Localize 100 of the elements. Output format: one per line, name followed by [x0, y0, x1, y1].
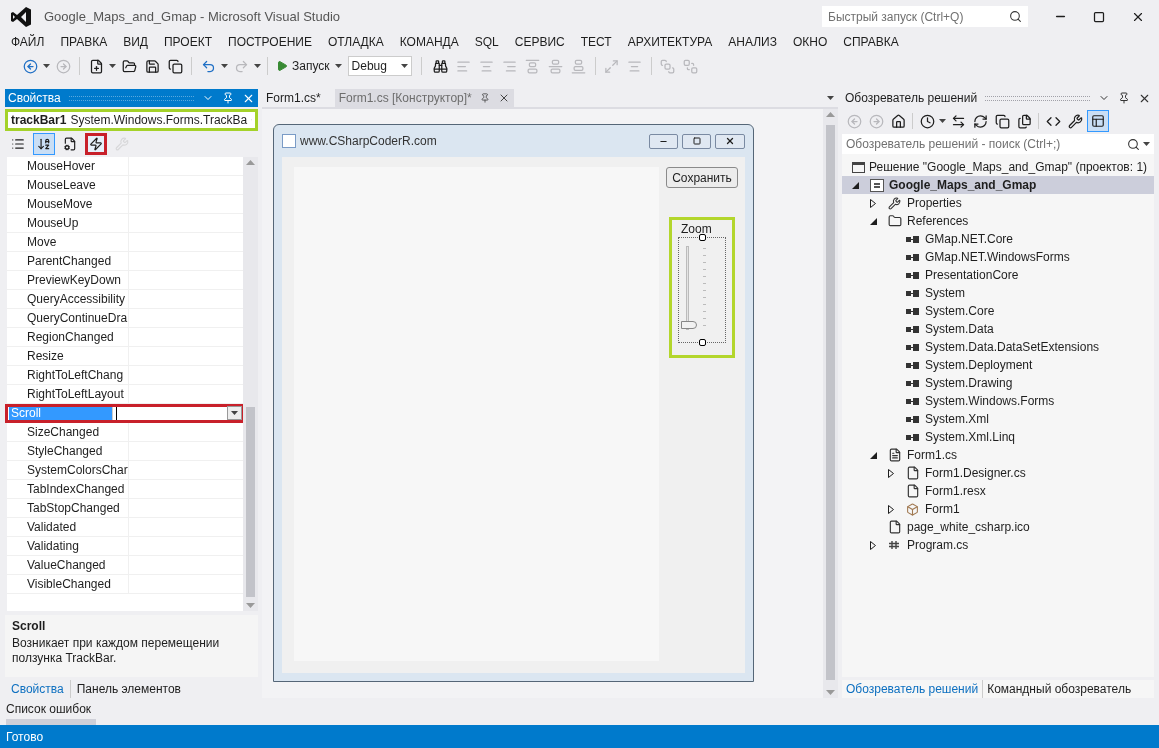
tree-item[interactable]: System.Windows.Forms — [842, 392, 1154, 410]
event-row[interactable]: RegionChanged — [7, 327, 243, 347]
menu-item[interactable]: ОКНО — [792, 32, 828, 51]
tree-item[interactable]: System.Drawing — [842, 374, 1154, 392]
event-row[interactable]: RightToLeftChang — [7, 365, 243, 385]
close-button[interactable] — [715, 133, 745, 149]
panel-tab[interactable]: Обозреватель решений — [842, 680, 983, 698]
event-row[interactable]: RightToLeftLayout — [7, 384, 243, 404]
panel-tab[interactable]: Панель элементов — [69, 680, 187, 698]
menu-item[interactable]: СПРАВКА — [843, 32, 899, 51]
tree-item[interactable]: Form1.Designer.cs — [842, 464, 1154, 482]
menu-item[interactable]: АРХИТЕКТУРА — [627, 32, 713, 51]
event-row[interactable]: Validated — [7, 517, 243, 537]
menu-item[interactable]: КОМАНДА — [399, 32, 459, 51]
menu-item[interactable]: ОТЛАДКА — [327, 32, 384, 51]
solution-icon — [852, 161, 865, 173]
tree-item[interactable]: System — [842, 284, 1154, 302]
event-name: QueryAccessibility — [26, 290, 127, 308]
tree-item[interactable]: PresentationCore — [842, 266, 1154, 284]
error-list-tab[interactable]: Список ошибок — [6, 701, 1153, 717]
tree-item[interactable]: System.Data.DataSetExtensions — [842, 338, 1154, 356]
preview-icon[interactable] — [1087, 110, 1109, 132]
document-tab[interactable]: Form1.cs [Конструктор]* — [334, 89, 514, 107]
lightning-icon[interactable] — [85, 132, 107, 155]
save-button[interactable]: Сохранить — [666, 167, 738, 188]
run-button[interactable]: Запуск — [274, 56, 332, 76]
event-row[interactable]: SystemColorsChar — [7, 460, 243, 480]
maximize-icon[interactable] — [1093, 10, 1105, 23]
event-row[interactable]: StyleChanged — [7, 441, 243, 461]
panel-tab[interactable]: Свойства — [5, 680, 70, 698]
expanded-arrow-icon[interactable] — [870, 451, 877, 459]
menu-item[interactable]: ВИД — [123, 32, 148, 51]
tree-item[interactable]: Form1.resx — [842, 482, 1154, 500]
event-row[interactable]: Resize — [7, 346, 243, 366]
event-row[interactable]: MouseMove — [7, 194, 243, 214]
window-title: Google_Maps_and_Gmap - Microsoft Visual Studio — [44, 7, 341, 26]
quick-launch-field[interactable]: Быстрый запуск (Ctrl+Q) — [822, 6, 1028, 27]
search-field[interactable]: Обозреватель решений - поиск (Ctrl+;) — [842, 134, 1154, 154]
tree-item[interactable]: Program.cs — [842, 536, 1154, 554]
event-row[interactable]: MouseHover — [7, 156, 243, 176]
tree-item[interactable]: Решение "Google_Maps_and_Gmap" (проектов: 1) — [842, 158, 1154, 176]
tree-item[interactable]: System.Core — [842, 302, 1154, 320]
event-row[interactable]: TabIndexChanged — [7, 479, 243, 499]
event-row[interactable]: MouseLeave — [7, 175, 243, 195]
object-selector[interactable]: trackBar1 System.Windows.Forms.TrackBa — [5, 109, 258, 131]
expanded-arrow-icon[interactable] — [852, 181, 859, 189]
event-row[interactable]: VisibleChanged — [7, 574, 243, 594]
collapsed-arrow-icon[interactable] — [888, 468, 894, 478]
tree-item[interactable]: System.Deployment — [842, 356, 1154, 374]
event-row[interactable]: ValueChanged — [7, 555, 243, 575]
expanded-arrow-icon[interactable] — [870, 217, 877, 225]
event-row[interactable]: TabStopChanged — [7, 498, 243, 518]
event-handler-field[interactable] — [112, 406, 242, 420]
event-name: TabStopChanged — [26, 499, 121, 517]
menu-item[interactable]: АНАЛИЗ — [728, 32, 777, 51]
tree-item[interactable]: System.Data — [842, 320, 1154, 338]
tree-item[interactable]: GMap.NET.WindowsForms — [842, 248, 1154, 266]
tree-item[interactable]: page_white_csharp.ico — [842, 518, 1154, 536]
event-row[interactable]: Move — [7, 232, 243, 252]
minimize-button[interactable] — [649, 133, 678, 149]
tree-item[interactable]: Form1.cs — [842, 446, 1154, 464]
tree-item[interactable]: System.Xml.Linq — [842, 428, 1154, 446]
event-row[interactable]: MouseUp — [7, 213, 243, 233]
panel-tab[interactable]: Командный обозреватель — [982, 680, 1136, 698]
panel-title: Свойства — [8, 90, 61, 107]
tree-item[interactable]: GMap.NET.Core — [842, 230, 1154, 248]
menu-item[interactable]: ПРОЕКТ — [163, 32, 212, 51]
collapsed-arrow-icon[interactable] — [870, 540, 876, 550]
resize-handle[interactable] — [699, 339, 706, 346]
trackbar-thumb[interactable] — [681, 320, 697, 329]
tree-item[interactable]: Google_Maps_and_Gmap — [842, 176, 1154, 194]
trackbar[interactable] — [678, 237, 726, 343]
tree-item[interactable]: Form1 — [842, 500, 1154, 518]
menu-item[interactable]: ФАЙЛ — [11, 32, 45, 51]
tree-item[interactable]: System.Xml — [842, 410, 1154, 428]
document-tab[interactable]: Form1.cs* — [262, 89, 325, 107]
configuration-dropdown[interactable]: Debug — [347, 56, 412, 76]
event-row[interactable]: Validating — [7, 536, 243, 556]
event-row[interactable]: QueryAccessibility — [7, 289, 243, 309]
tree-item-label: Program.cs — [907, 537, 969, 554]
event-row[interactable]: ParentChanged — [7, 251, 243, 271]
menu-item[interactable]: СЕРВИС — [514, 32, 565, 51]
panel-title: Обозреватель решений — [845, 90, 978, 107]
event-row[interactable]: PreviewKeyDown — [7, 270, 243, 290]
menu-item[interactable]: ПРАВКА — [60, 32, 108, 51]
tree-item[interactable]: References — [842, 212, 1154, 230]
menu-item[interactable]: ПОСТРОЕНИЕ — [228, 32, 312, 51]
tree-item[interactable]: Properties — [842, 194, 1154, 212]
menu-item[interactable]: ТЕСТ — [580, 32, 612, 51]
search-icon[interactable] — [1127, 137, 1140, 151]
collapsed-arrow-icon[interactable] — [870, 198, 876, 208]
file-icon — [906, 466, 920, 480]
menu-item[interactable]: SQL — [474, 32, 499, 51]
event-row[interactable]: SizeChanged — [7, 422, 243, 442]
event-row[interactable]: QueryContinueDra — [7, 308, 243, 328]
search-icon[interactable] — [1009, 10, 1022, 23]
sort-alphabetical-icon[interactable] — [33, 132, 55, 155]
resize-handle[interactable] — [699, 234, 706, 241]
collapsed-arrow-icon[interactable] — [888, 504, 894, 514]
pin-icon[interactable] — [1118, 92, 1130, 104]
